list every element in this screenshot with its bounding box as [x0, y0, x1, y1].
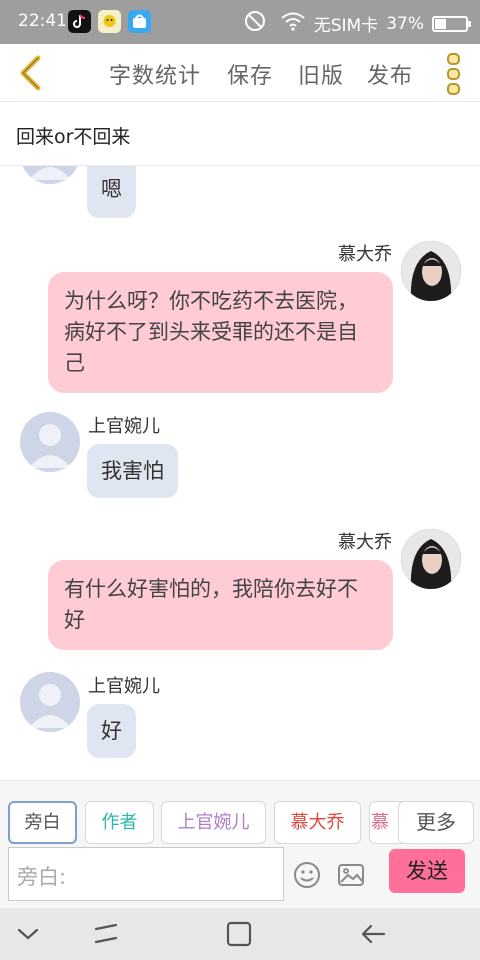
message-bubble-right[interactable]: 有什么好害怕的，我陪你去好不好 [48, 560, 393, 650]
story-title-bar[interactable]: 回来or不回来 [0, 102, 480, 166]
status-right: 无SIM卡 37% [244, 10, 471, 37]
chat-area[interactable]: 嗯 慕大乔 为什么呀？你不吃药不去医院，病好不了到头来受罪的还不是自己 上官婉儿… [0, 166, 480, 780]
sender-name: 上官婉儿 [88, 416, 160, 437]
message-bubble-right[interactable]: 为什么呀？你不吃药不去医院，病好不了到头来受罪的还不是自己 [48, 272, 393, 393]
old-version-button[interactable]: 旧版 [298, 58, 344, 90]
app-icon-2 [98, 10, 121, 33]
avatar-photo[interactable] [401, 241, 461, 301]
sender-name: 慕大乔 [338, 244, 392, 265]
wifi-icon [280, 11, 306, 36]
no-disturb-icon [244, 10, 266, 37]
user-photo-icon [401, 241, 461, 301]
default-avatar-icon [29, 424, 71, 468]
menu-icon[interactable] [92, 920, 120, 948]
vertical-dots-icon [447, 53, 460, 95]
default-avatar-icon [29, 167, 71, 180]
back-button[interactable] [14, 54, 48, 92]
default-avatar-icon [29, 684, 71, 728]
input-bar: 旁白: 发送 [0, 844, 480, 908]
avatar-photo[interactable] [401, 529, 461, 589]
image-icon[interactable] [336, 860, 366, 890]
more-options-button[interactable] [446, 52, 462, 96]
carrier-label: 无SIM卡 [313, 16, 379, 36]
role-author[interactable]: 作者 [85, 801, 154, 844]
emoji-icon[interactable] [292, 860, 322, 890]
send-button[interactable]: 发送 [389, 849, 465, 893]
chevron-down-icon[interactable] [16, 924, 40, 944]
avatar-default[interactable] [20, 672, 80, 732]
system-nav-bar [0, 908, 480, 960]
avatar-default[interactable] [20, 166, 80, 184]
status-bar: 22:41 无SIM卡 37% [0, 0, 480, 44]
user-photo-icon [401, 529, 461, 589]
story-title: 回来or不回来 [16, 126, 131, 148]
editor-header: 字数统计 保存 旧版 发布 [0, 44, 480, 102]
chevron-left-icon [20, 55, 41, 91]
role-selector: 旁白 作者 上官婉儿 慕大乔 慕 更多 [0, 780, 480, 844]
message-bubble-left[interactable]: 我害怕 [87, 444, 178, 498]
message-input[interactable]: 旁白: [8, 847, 284, 901]
publish-button[interactable]: 发布 [367, 58, 413, 90]
sender-name: 慕大乔 [338, 532, 392, 553]
role-mudaqiao[interactable]: 慕大乔 [274, 801, 361, 844]
avatar-default[interactable] [20, 412, 80, 472]
word-count-button[interactable]: 字数统计 [109, 58, 201, 90]
sender-name: 上官婉儿 [88, 676, 160, 697]
message-bubble-left[interactable]: 嗯 [87, 166, 136, 218]
battery-icon [432, 15, 471, 32]
role-narrator[interactable]: 旁白 [8, 801, 77, 844]
tiktok-icon [68, 10, 91, 33]
save-button[interactable]: 保存 [227, 58, 273, 90]
battery-label: 37% [386, 13, 424, 34]
home-icon[interactable] [225, 920, 253, 948]
back-arrow-icon[interactable] [358, 920, 388, 948]
role-shangguan[interactable]: 上官婉儿 [161, 801, 266, 844]
more-roles-button[interactable]: 更多 [398, 801, 474, 844]
message-bubble-left[interactable]: 好 [87, 704, 136, 758]
app-root: 22:41 无SIM卡 37% 字数统计 保存 旧版 发布 回来or不回来 嗯 … [0, 0, 480, 960]
status-time: 22:41 [18, 11, 67, 31]
app-icon-3 [128, 10, 151, 33]
